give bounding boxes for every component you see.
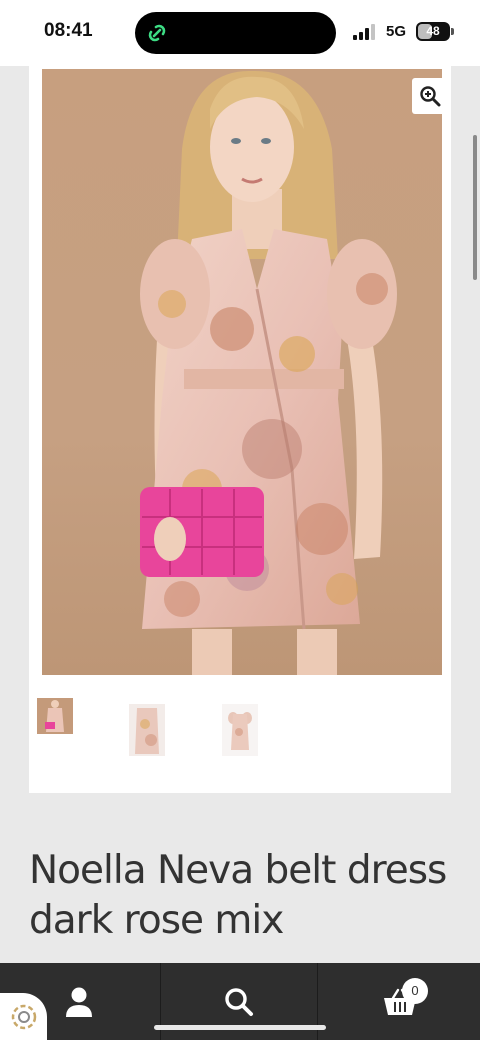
thumbnail-1[interactable] — [37, 698, 73, 734]
chain-link-icon — [148, 24, 166, 42]
cart-count-badge: 0 — [402, 978, 428, 1004]
thumbnail-3[interactable] — [222, 704, 258, 756]
cart-button[interactable] — [320, 963, 480, 1040]
product-main-image[interactable] — [42, 69, 442, 675]
search-icon — [225, 987, 253, 1016]
rewards-wreath-icon — [11, 1004, 36, 1029]
cellular-signal-icon — [353, 24, 375, 40]
rewards-widget-button[interactable] — [0, 993, 47, 1040]
scrollbar-thumb[interactable] — [473, 135, 477, 280]
zoom-in-icon — [420, 86, 441, 107]
status-bar: 08:41 5G 48 — [0, 0, 480, 66]
user-icon — [66, 987, 92, 1017]
battery-indicator: 48 — [416, 22, 450, 41]
home-indicator[interactable] — [154, 1025, 326, 1030]
product-title: Noella Neva belt dress dark rose mix — [29, 848, 447, 943]
dress-model-illustration — [140, 70, 397, 675]
battery-level: 48 — [426, 24, 440, 38]
zoom-button[interactable] — [412, 78, 442, 114]
battery-cap — [451, 28, 454, 35]
network-type: 5G — [386, 23, 407, 40]
product-gallery-card — [29, 66, 451, 793]
thumbnail-strip — [29, 698, 451, 758]
status-time: 08:41 — [44, 20, 93, 41]
thumbnail-2[interactable] — [129, 704, 165, 756]
dynamic-island — [135, 12, 336, 54]
